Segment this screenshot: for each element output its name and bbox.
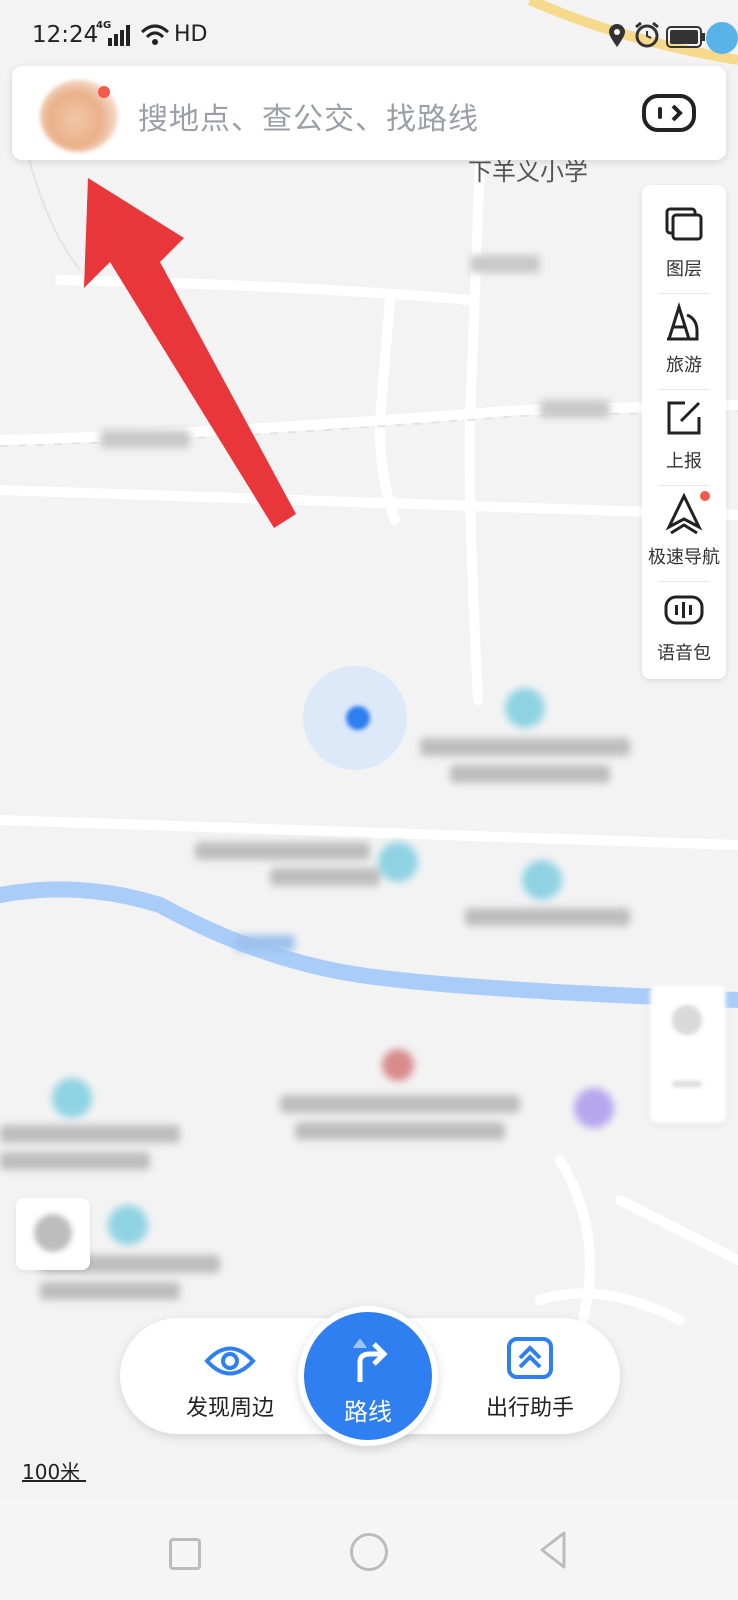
travel-assistant-label: 出行助手 — [485, 1396, 574, 1421]
layers-icon — [665, 207, 703, 241]
map-canvas[interactable] — [0, 0, 738, 1500]
wifi-icon — [140, 24, 170, 45]
report-button[interactable]: 上报 — [642, 385, 726, 481]
travel-assistant-button[interactable]: 出行助手 — [455, 1330, 605, 1426]
discover-nearby-label: 发现周边 — [185, 1396, 274, 1421]
wifi-label: HD — [174, 22, 208, 47]
locate-button[interactable] — [16, 1198, 90, 1270]
recent-apps-button[interactable] — [169, 1538, 201, 1570]
search-bar[interactable]: 搜地点、查公交、找路线 — [12, 66, 726, 160]
route-turn-icon — [353, 1338, 388, 1382]
map-scale-bar — [22, 1480, 86, 1482]
route-label: 路线 — [344, 1398, 392, 1426]
fast-navigation-icon — [665, 493, 703, 535]
locate-icon — [34, 1214, 72, 1252]
voice-assistant-icon[interactable] — [642, 94, 696, 132]
fast-navigation-label: 极速导航 — [648, 547, 720, 568]
layers-label: 图层 — [666, 259, 702, 280]
status-bar: 12:24 4G HD — [0, 0, 738, 68]
location-status-icon — [609, 24, 625, 47]
zoom-out-icon[interactable] — [672, 1081, 702, 1087]
system-nav-bar — [0, 1500, 738, 1600]
voice-pack-icon — [664, 595, 704, 625]
tourism-button[interactable]: 旅游 — [642, 289, 726, 385]
layers-button[interactable]: 图层 — [642, 193, 726, 289]
tourism-label: 旅游 — [666, 355, 702, 376]
voice-pack-button[interactable]: 语音包 — [642, 577, 726, 673]
battery-icon — [666, 26, 705, 48]
fast-navigation-button[interactable]: 极速导航 — [642, 481, 726, 577]
status-time: 12:24 — [32, 22, 99, 48]
tourism-icon — [667, 301, 699, 341]
report-icon — [667, 401, 701, 435]
avatar-notification-dot — [98, 86, 110, 98]
zoom-control[interactable] — [650, 985, 726, 1123]
fast-navigation-dot — [700, 491, 710, 501]
search-input[interactable]: 搜地点、查公交、找路线 — [138, 94, 479, 138]
discover-nearby-button[interactable]: 发现周边 — [160, 1330, 300, 1426]
voice-pack-label: 语音包 — [657, 643, 711, 664]
right-toolbar: 图层 旅游 上报 极速导航 语音包 — [642, 185, 726, 679]
zoom-in-icon[interactable] — [672, 1005, 702, 1035]
car-badge-icon — [706, 22, 738, 54]
alarm-icon — [635, 22, 659, 48]
report-label: 上报 — [666, 451, 702, 472]
location-dot — [346, 706, 370, 730]
back-button[interactable] — [538, 1530, 568, 1570]
route-button[interactable]: 路线 — [298, 1306, 438, 1446]
eye-icon — [204, 1346, 256, 1376]
signal-icon — [108, 25, 130, 46]
home-button[interactable] — [350, 1533, 388, 1571]
travel-assistant-icon — [507, 1337, 553, 1379]
